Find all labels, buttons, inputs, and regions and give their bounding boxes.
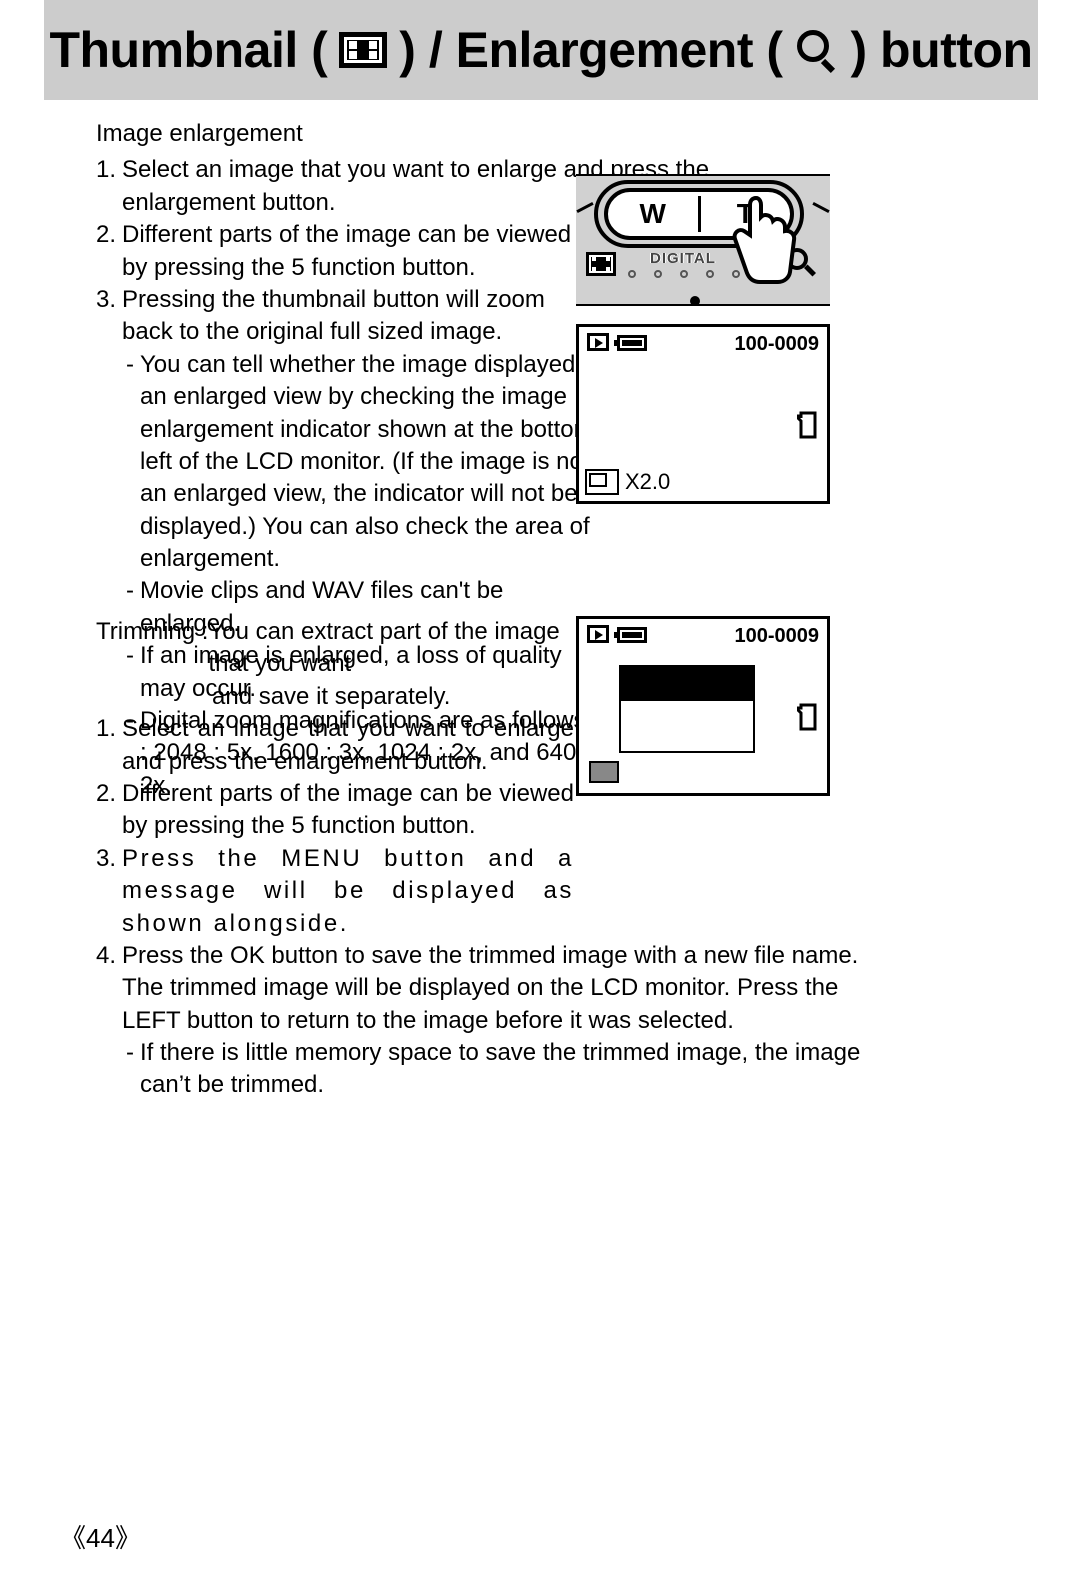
trim-step-3: Press the MENU button and a message will…	[122, 843, 574, 940]
page-number: 44	[60, 1518, 141, 1555]
note-1: You can tell whether the image displayed…	[140, 349, 604, 576]
battery-icon	[617, 627, 647, 643]
trimming-label: Trimming :	[96, 616, 208, 681]
file-number: 100-0009	[734, 625, 819, 648]
playback-icon	[587, 625, 609, 643]
status-icons	[587, 333, 647, 356]
trimming-intro-line1: You can extract part of the image that y…	[208, 616, 574, 681]
trim-selection-box	[619, 665, 755, 753]
thumbnail-icon	[586, 252, 616, 276]
hand-pointer-icon	[726, 190, 806, 290]
enlargement-indicator-icon	[589, 761, 619, 783]
page-title: Thumbnail ( ) / Enlargement ( ) button	[44, 0, 1038, 100]
playback-icon	[587, 333, 609, 351]
digital-zoom-label: DIGITAL	[650, 250, 716, 267]
memory-card-icon	[797, 703, 819, 731]
status-icons	[587, 625, 647, 648]
battery-icon	[617, 335, 647, 351]
title-part-1: Thumbnail (	[49, 21, 327, 79]
enlargement-indicator-icon	[585, 469, 619, 495]
step-2: Different parts of the image can be view…	[122, 219, 574, 284]
trim-step-2: Different parts of the image can be view…	[122, 778, 574, 843]
enlargement-icon	[795, 28, 839, 72]
section-heading: Image enlargement	[96, 118, 1024, 150]
thumbnail-icon	[339, 32, 387, 68]
indicator-dots	[628, 270, 740, 278]
memory-card-icon	[797, 411, 819, 439]
lcd-preview-enlargement: 100-0009 X2.0	[576, 324, 830, 504]
camera-button-illustration: W T DIGITAL	[576, 174, 830, 306]
zoom-value: X2.0	[625, 469, 670, 495]
title-part-2: ) / Enlargement (	[399, 21, 782, 79]
trim-step-1: Select an image that you want to enlarge…	[122, 713, 574, 778]
lcd-preview-trimming: 100-0009	[576, 616, 830, 796]
file-number: 100-0009	[734, 333, 819, 356]
title-part-3: ) button	[851, 21, 1033, 79]
trim-step-4: Press the OK button to save the trimmed …	[122, 940, 886, 1037]
section-trimming: Trimming : You can extract part of the i…	[96, 616, 1024, 1102]
step-3: Pressing the thumbnail button will zoom …	[122, 284, 574, 349]
wide-button-label: W	[608, 192, 698, 236]
trim-note: If there is little memory space to save …	[140, 1037, 916, 1102]
